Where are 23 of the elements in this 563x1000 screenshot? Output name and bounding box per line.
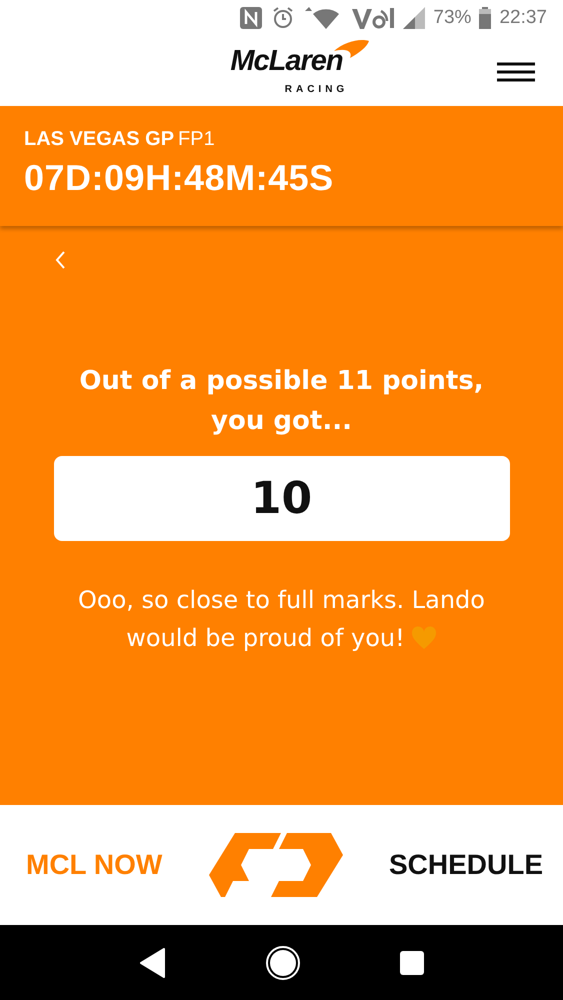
result-message: would be proud of you! [126, 622, 405, 654]
recents-nav-icon[interactable] [400, 950, 424, 974]
battery-icon [479, 7, 492, 29]
result-question: Out of a possible 11 points, you got... [78, 365, 485, 438]
battery-percent: 73% [433, 7, 472, 29]
signal-icon [403, 7, 426, 29]
score-display: 10 [54, 456, 510, 541]
chevron-left-icon [54, 250, 66, 270]
heart-icon [410, 626, 437, 650]
brand-icon [208, 833, 343, 897]
schedule-link[interactable]: SCHEDULE [388, 849, 543, 881]
volte-icon [351, 6, 396, 30]
nfc-icon [239, 6, 264, 30]
countdown-timer: 07D:09H:48M:45S [24, 157, 335, 199]
result-message: Ooo, so close to full marks. Lando [78, 584, 485, 616]
clock-time: 22:37 [499, 7, 547, 29]
logo-subtitle: RACING [284, 84, 348, 95]
back-nav-icon[interactable] [140, 948, 166, 978]
event-name: LAS VEGAS GP [24, 128, 174, 151]
session-label: FP1 [178, 128, 215, 151]
alarm-icon [271, 6, 296, 30]
home-nav-icon[interactable] [264, 944, 300, 980]
logo-text: McLaren [230, 47, 343, 76]
